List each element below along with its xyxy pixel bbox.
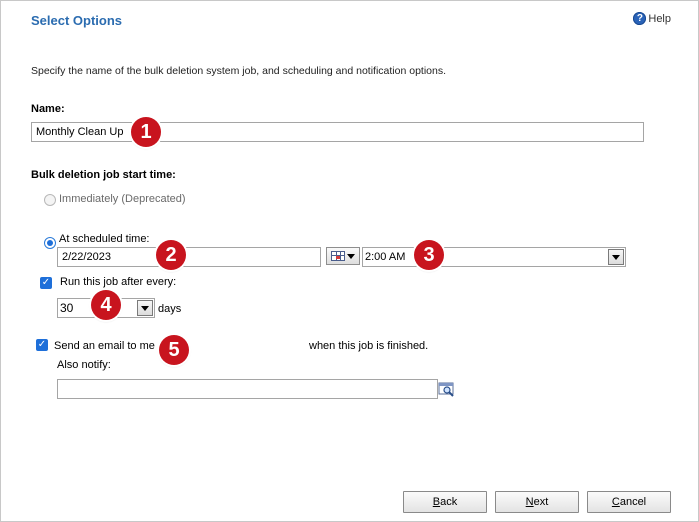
- interval-unit-label: days: [158, 303, 182, 315]
- job-name-input[interactable]: [31, 122, 644, 142]
- run-recurring-label: Run this job after every:: [60, 276, 177, 288]
- callout-badge-3: 3: [414, 240, 444, 270]
- next-button[interactable]: Next: [495, 491, 579, 513]
- recurrence-interval-value: 30: [60, 301, 74, 315]
- page-description: Specify the name of the bulk deletion sy…: [31, 65, 447, 77]
- lookup-icon: [438, 382, 454, 397]
- send-email-label: Send an email to me: [54, 340, 155, 352]
- cancel-access-key: C: [611, 496, 620, 508]
- callout-badge-4: 4: [91, 290, 121, 320]
- next-label-rest: ext: [533, 496, 549, 508]
- chevron-down-icon: [347, 253, 355, 259]
- name-label: Name:: [31, 103, 65, 115]
- next-access-key: N: [525, 496, 534, 508]
- run-recurring-checkbox[interactable]: ✓: [40, 277, 52, 289]
- scheduled-time-value: 2:00 AM: [365, 251, 406, 263]
- time-dropdown-button[interactable]: [608, 249, 624, 265]
- scheduled-time-select[interactable]: 2:00 AM: [362, 247, 626, 267]
- start-time-label: Bulk deletion job start time:: [31, 169, 176, 181]
- cancel-label-rest: ancel: [619, 496, 647, 508]
- interval-dropdown-button[interactable]: [137, 300, 153, 316]
- immediately-radio[interactable]: [44, 194, 56, 206]
- page-title: Select Options: [31, 13, 123, 28]
- scheduled-time-label: At scheduled time:: [59, 233, 150, 245]
- chevron-down-icon: [612, 254, 620, 260]
- scheduled-date-input[interactable]: [57, 247, 321, 267]
- back-label-rest: ack: [440, 496, 458, 508]
- calendar-icon: [331, 251, 345, 261]
- back-access-key: B: [432, 496, 441, 508]
- help-icon: ?: [633, 12, 647, 25]
- scheduled-time-radio[interactable]: [44, 237, 56, 249]
- callout-badge-1: 1: [131, 117, 161, 147]
- help-link[interactable]: ? Help: [633, 12, 671, 25]
- also-notify-label: Also notify:: [57, 359, 111, 371]
- immediately-label: Immediately (Deprecated): [59, 193, 186, 205]
- back-button[interactable]: Back: [403, 491, 487, 513]
- lookup-button[interactable]: [437, 379, 457, 399]
- calendar-picker-button[interactable]: [326, 247, 360, 265]
- callout-badge-2: 2: [156, 240, 186, 270]
- cancel-button[interactable]: Cancel: [587, 491, 671, 513]
- also-notify-input[interactable]: [57, 379, 438, 399]
- callout-badge-5: 5: [159, 335, 189, 365]
- chevron-down-icon: [141, 305, 149, 311]
- send-email-suffix: when this job is finished.: [309, 340, 429, 352]
- send-email-checkbox[interactable]: ✓: [36, 339, 48, 351]
- help-label: Help: [648, 12, 671, 25]
